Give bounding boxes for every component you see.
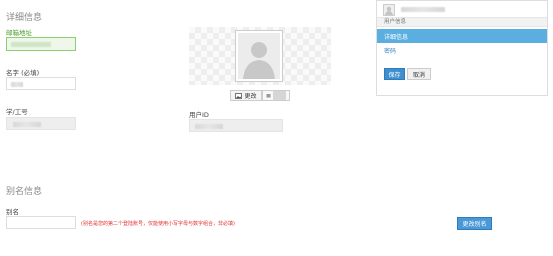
alias-label: 别名 — [6, 208, 19, 216]
delete-avatar-label: 删除 — [273, 91, 286, 100]
user-panel: 用户信息 详细信息 密码 保存 取消 — [376, 0, 548, 96]
change-avatar-label: 更改 — [244, 93, 257, 100]
save-button[interactable]: 保存 — [384, 68, 405, 80]
name-field[interactable] — [6, 77, 76, 90]
sidebar-item-details[interactable]: 详细信息 — [377, 29, 547, 43]
user-id-label: 用户ID — [189, 111, 209, 119]
user-id-field — [189, 119, 283, 132]
sidebar-item-password[interactable]: 密码 — [377, 44, 547, 56]
delete-avatar-button[interactable]: 删除 — [262, 90, 290, 101]
student-id-value-redacted — [13, 122, 41, 127]
user-panel-avatar — [383, 4, 395, 16]
email-label: 邮箱地址 — [6, 29, 32, 37]
image-icon — [235, 92, 243, 99]
name-label: 名字 (必填) — [6, 69, 40, 77]
cancel-button[interactable]: 取消 — [407, 68, 431, 80]
trash-icon — [266, 94, 271, 98]
user-panel-header: 用户信息 — [377, 17, 547, 27]
alias-hint: (别名是您的第二个登陆账号，仅能使用小写字母与数字组合，非必填) — [81, 221, 235, 227]
user-id-value-redacted — [195, 124, 223, 129]
student-id-field — [6, 117, 76, 130]
user-panel-name-redacted — [401, 7, 445, 12]
update-alias-button[interactable]: 更改别名 — [457, 217, 492, 230]
profile-section-title: 详细信息 — [6, 13, 43, 23]
email-field[interactable] — [6, 37, 76, 51]
email-value-redacted — [11, 42, 51, 47]
alias-section-title: 别名信息 — [6, 187, 43, 197]
name-value-redacted — [11, 82, 23, 87]
change-avatar-button[interactable]: 更改 — [230, 90, 262, 101]
avatar — [235, 30, 283, 82]
alias-input[interactable] — [6, 216, 76, 229]
user-silhouette-icon — [243, 42, 275, 79]
user-icon — [385, 6, 393, 15]
student-id-label: 学/工号 — [6, 108, 28, 116]
